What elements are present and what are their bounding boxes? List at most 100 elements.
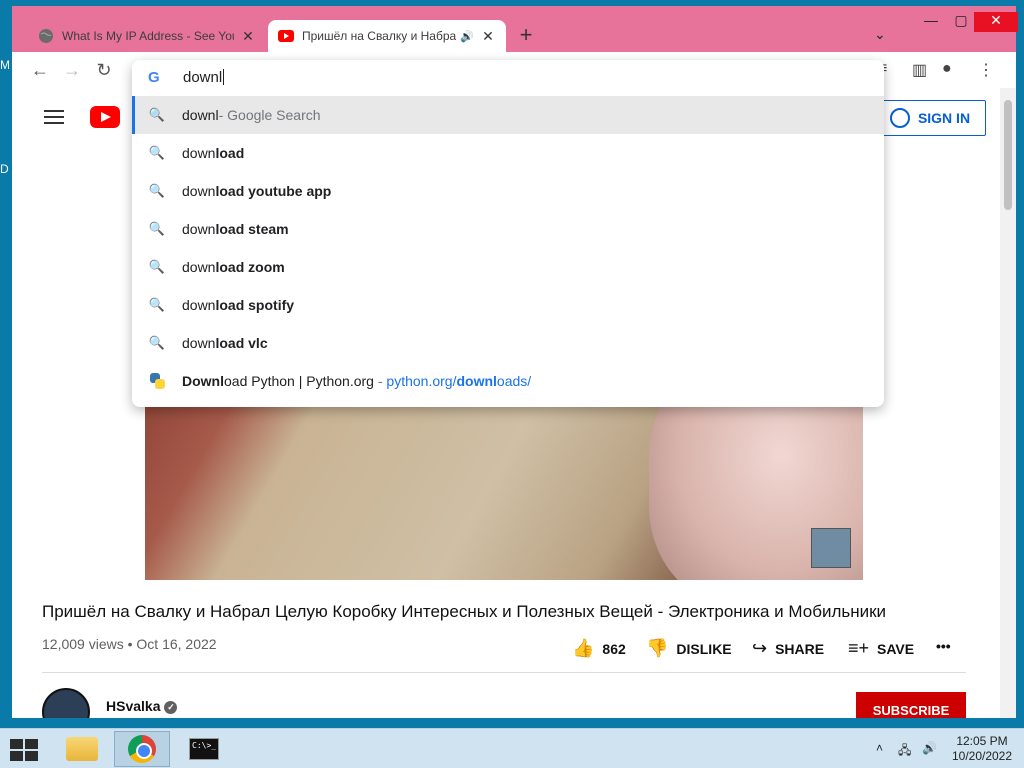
maximize-button[interactable]: ▢ [946, 12, 976, 32]
thumbs-up-icon: 👍 [572, 638, 595, 658]
tab-title: What Is My IP Address - See Your [62, 29, 234, 43]
playlist-add-icon: ≡+ [848, 638, 870, 658]
search-icon: 🔍 [148, 221, 166, 236]
suggestion-typed: down [182, 259, 216, 275]
profile-icon[interactable]: ● [942, 60, 952, 78]
suggestion-item[interactable]: 🔍 down load [132, 134, 884, 172]
taskbar-file-explorer[interactable] [54, 731, 110, 767]
tab-ip-address[interactable]: What Is My IP Address - See Your ✕ [28, 20, 266, 52]
search-icon: 🔍 [148, 259, 166, 274]
tab-search-chevron-icon[interactable]: ⌄ [874, 26, 886, 43]
search-icon: 🔍 [148, 107, 166, 122]
omnibox-dropdown: G downl 🔍 downl - Google Search 🔍 down lo… [132, 60, 884, 407]
channel-watermark [811, 528, 851, 568]
history-url: python.org/downloads/ [386, 373, 531, 389]
share-icon: ↪ [752, 638, 768, 658]
scrollbar-thumb[interactable] [1004, 100, 1012, 210]
address-bar[interactable]: G downl [132, 60, 884, 96]
globe-icon [39, 29, 53, 43]
terminal-icon: C:\>_ [189, 738, 219, 760]
taskbar-clock[interactable]: 12:05 PM 10/20/2022 [944, 734, 1020, 764]
address-input[interactable]: downl [183, 69, 225, 86]
suggestion-item[interactable]: 🔍 down load vlc [132, 324, 884, 362]
suggestion-completion: load vlc [215, 335, 268, 351]
close-icon[interactable]: ✕ [240, 28, 256, 45]
suggestion-item[interactable]: 🔍 downl - Google Search [132, 96, 884, 134]
history-url-rest: oads/ [496, 373, 532, 389]
close-icon[interactable]: ✕ [480, 28, 496, 45]
python-icon [149, 373, 165, 389]
speaker-icon[interactable]: 🔊 [460, 30, 474, 43]
suggestion-typed: down [182, 145, 216, 161]
page-scrollbar[interactable] [1000, 88, 1016, 718]
text-caret [223, 69, 225, 85]
suggestion-item[interactable]: 🔍 down load zoom [132, 248, 884, 286]
history-url-match: downl [456, 373, 497, 389]
search-icon: 🔍 [148, 145, 166, 160]
suggestion-typed: down [182, 297, 216, 313]
back-button[interactable]: ← [28, 58, 52, 82]
taskbar-chrome[interactable] [114, 731, 170, 767]
history-title-match: Downl [182, 373, 224, 389]
volume-icon[interactable]: 🔊 [922, 741, 937, 755]
channel-name-text: HSvalka [106, 698, 161, 714]
user-icon [889, 108, 910, 128]
like-button[interactable]: 👍 862 [572, 638, 626, 659]
channel-name[interactable]: HSvalka ✓ [106, 698, 178, 714]
save-label: SAVE [877, 640, 915, 657]
tab-title: Пришёл на Свалку и Набрал [302, 29, 457, 43]
sign-in-label: SIGN IN [917, 110, 971, 126]
desktop-edge-label-1: M [0, 58, 10, 72]
suggestion-suffix: - Google Search [218, 107, 321, 123]
suggestion-completion: load [215, 145, 245, 161]
network-icon[interactable]: 🖧 [898, 741, 911, 762]
dislike-button[interactable]: 👎 DISLIKE [646, 638, 732, 659]
history-url-prefix: python.org/ [386, 373, 457, 389]
verified-check-icon: ✓ [164, 701, 178, 714]
history-separator: - [373, 373, 387, 389]
suggestion-completion: load youtube app [215, 183, 332, 199]
like-count: 862 [602, 640, 626, 657]
clock-time: 12:05 PM [956, 734, 1008, 748]
suggestion-typed: down [182, 183, 216, 199]
windows-start-icon[interactable] [10, 739, 38, 761]
more-actions-button[interactable]: ••• [936, 638, 951, 654]
subscribe-button[interactable]: SUBSCRIBE [856, 692, 966, 718]
share-label: SHARE [775, 640, 825, 657]
sign-in-button[interactable]: SIGN IN [874, 100, 986, 136]
hamburger-menu-icon[interactable] [44, 110, 64, 124]
window-close-button[interactable]: ✕ [974, 12, 1018, 32]
clock-date: 10/20/2022 [951, 749, 1013, 763]
folder-icon [66, 737, 98, 761]
tab-youtube-video[interactable]: Пришёл на Свалку и Набрал 🔊 ✕ [268, 20, 506, 52]
reload-button[interactable]: ↻ [92, 58, 116, 82]
minimize-button[interactable]: — [916, 12, 946, 32]
suggestion-item[interactable]: 🔍 down load spotify [132, 286, 884, 324]
tray-chevron-icon[interactable]: ˄ [876, 741, 883, 755]
youtube-logo[interactable] [90, 106, 120, 128]
browser-window: What Is My IP Address - See Your ✕ Пришё… [12, 6, 1018, 718]
taskbar: C:\>_ ˄ 🖧 🔊 12:05 PM 10/20/2022 [0, 728, 1024, 768]
chrome-icon [128, 735, 156, 763]
menu-icon[interactable]: ⋮ [978, 60, 994, 80]
suggestion-list: 🔍 downl - Google Search 🔍 down load 🔍 dow… [132, 96, 884, 400]
avatar[interactable] [42, 688, 90, 718]
search-icon: 🔍 [148, 335, 166, 350]
youtube-icon [278, 30, 294, 42]
history-suggestion[interactable]: Downl oad Python | Python.org - python.or… [132, 362, 884, 400]
desktop-edge-label-2: D [0, 162, 9, 176]
forward-button[interactable]: → [60, 58, 84, 82]
taskbar-command-prompt[interactable]: C:\>_ [176, 731, 232, 767]
side-panel-icon[interactable]: ▥ [912, 60, 927, 80]
suggestion-item[interactable]: 🔍 down load steam [132, 210, 884, 248]
search-icon: 🔍 [148, 183, 166, 198]
save-button[interactable]: ≡+ SAVE [848, 638, 914, 659]
share-button[interactable]: ↪ SHARE [752, 638, 824, 659]
suggestion-typed: down [182, 221, 216, 237]
video-title: Пришёл на Свалку и Набрал Целую Коробку … [42, 602, 887, 621]
suggestion-completion: load spotify [215, 297, 295, 313]
suggestion-item[interactable]: 🔍 down load youtube app [132, 172, 884, 210]
video-meta: 12,009 views • Oct 16, 2022 [42, 636, 217, 652]
suggestion-text: downl [182, 107, 219, 123]
new-tab-button[interactable]: + [514, 24, 538, 48]
